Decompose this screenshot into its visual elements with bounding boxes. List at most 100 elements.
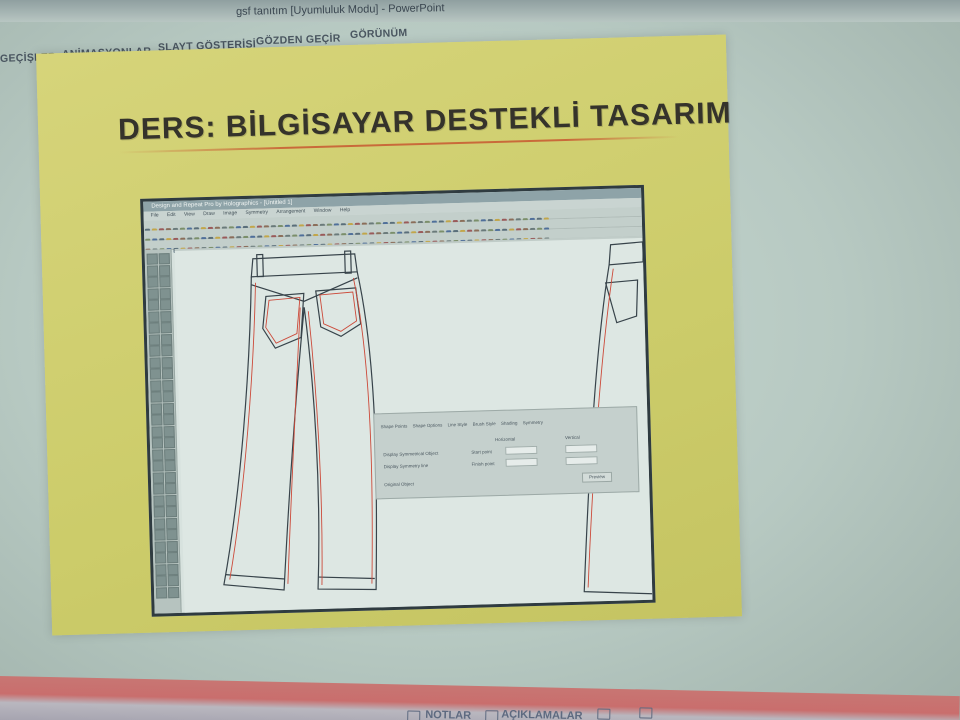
cad-menu-item: Image [223,210,238,217]
stitch-line-right [352,277,373,584]
notes-button[interactable]: NOTLAR [425,709,471,720]
dialog-field [505,457,538,467]
comments-button[interactable]: AÇIKLAMALAR [501,709,582,720]
cad-tool-icon [163,437,176,449]
dialog-tab: Line Style [447,421,468,428]
cad-tool-icon [148,333,161,346]
cad-tool-icon [150,379,162,392]
window-titlebar: gsf tanıtım [Uyumluluk Modu] - PowerPoin… [0,0,960,22]
cad-menu-item: File [150,212,159,219]
cad-tool-icon [167,586,180,598]
cad-tool-icon [154,552,167,564]
cad-tool-icon [165,505,177,518]
dialog-tab: Shape Points [380,423,408,430]
stitch-line-inner-right [307,311,323,585]
cad-tool-icon [160,322,172,334]
dialog-label: Display Symmetrical Object [383,450,439,458]
cad-tool-icon [167,574,179,587]
dialog-tab: Brush Style [472,421,496,427]
cad-tool-icon [154,517,166,530]
cad-screenshot: Design and Repeat Pro by Holographics - … [140,184,656,617]
dialog-tab: Shape Options [412,422,443,429]
cad-tool-icon [164,460,176,472]
belt-loop-left [256,253,264,278]
dialog-label: Original Object [384,481,415,488]
cad-tool-icon [159,276,171,288]
cad-tool-icon [166,517,178,529]
cad-tool-icon [162,379,174,391]
slide-sorter-icon[interactable] [639,707,653,719]
dialog-label: Finish point [471,461,495,467]
cad-tool-icon [163,425,175,437]
cad-tool-icon [160,333,173,345]
cad-tool-icon [155,575,167,587]
dialog-label: Vertical [564,434,580,441]
normal-view-icon[interactable] [597,708,611,720]
waistband-copy [608,241,644,266]
cad-tool-icon [149,368,162,380]
dialog-label: Display Symmetry line [383,462,429,470]
dialog-label: Start point [471,449,492,455]
cad-tool-icon [155,586,168,599]
cad-tool-icon [149,356,161,369]
dialog-preview-button: Preview [581,471,613,483]
cad-tool-icon [158,264,171,276]
cad-tool-icon [151,437,164,449]
cad-menu-item: View [183,211,195,218]
cad-tool-icon [158,253,170,265]
cad-tool-icon [153,483,165,495]
dialog-tabs: Shape Points Shape Options Line Style Br… [380,420,547,430]
cad-tool-icon [152,471,165,484]
cad-tool-icon [152,448,164,461]
cad-tool-icon [165,483,177,495]
cad-tool-icon [163,414,175,426]
hem-right [318,576,375,580]
cad-tool-icon [153,494,165,507]
cad-menu-item: Edit [166,211,176,219]
cad-menu-item: Help [339,207,351,214]
dialog-field [565,444,598,454]
cad-tool-icon [153,506,166,518]
jeans-outline [223,271,378,591]
cad-tool-icon [147,276,159,288]
cad-tool-icon [147,287,159,300]
cad-tool-icon [165,494,177,506]
cad-tool-icon [162,402,175,414]
cad-tool-icon [164,471,177,483]
tab-view[interactable]: GÖRÜNÜM [350,27,408,41]
dialog-tab: Shading [500,420,518,426]
cad-menu-item: Window [313,207,332,215]
cad-tool-icon [161,368,174,380]
yoke-seam [251,277,358,302]
cad-tool-icon [167,563,179,575]
waistband-shape [250,253,358,278]
pocket-stitch-left [265,296,301,344]
cad-tool-icon [149,345,161,357]
slide-title: DERS: BİLGİSAYAR DESTEKLİ TASARIM [117,96,733,147]
cad-tool-icon [150,402,163,415]
cad-tool-icon [146,253,158,265]
cad-tool-icon [161,356,173,368]
cad-tool-icon [152,460,164,472]
cad-tool-icon [147,299,160,311]
window-title: gsf tanıtım [Uyumluluk Modu] - PowerPoin… [235,2,445,18]
dialog-field [505,445,538,455]
cad-menu-item: Arrangement [276,208,306,216]
cad-tool-icon [151,425,163,438]
cad-tool-icon [151,414,163,426]
cad-tool-icon [159,299,172,311]
cad-tool-icon [154,529,166,541]
cad-tool-icon [148,310,160,323]
projected-screen: gsf tanıtım [Uyumluluk Modu] - PowerPoin… [0,0,960,720]
pocket-stitch-right [319,291,358,332]
cad-tool-icon [148,322,160,334]
cad-tool-icon [150,391,162,403]
cad-menu-item: Symmetry [245,209,269,216]
notes-icon [407,710,421,720]
comments-icon [485,710,499,720]
dialog-label: Horizontal [494,436,516,443]
cad-tool-icon [166,540,178,552]
hem-left [225,574,285,580]
cad-menu-item: Draw [203,210,215,218]
cad-tool-icon [161,345,173,357]
